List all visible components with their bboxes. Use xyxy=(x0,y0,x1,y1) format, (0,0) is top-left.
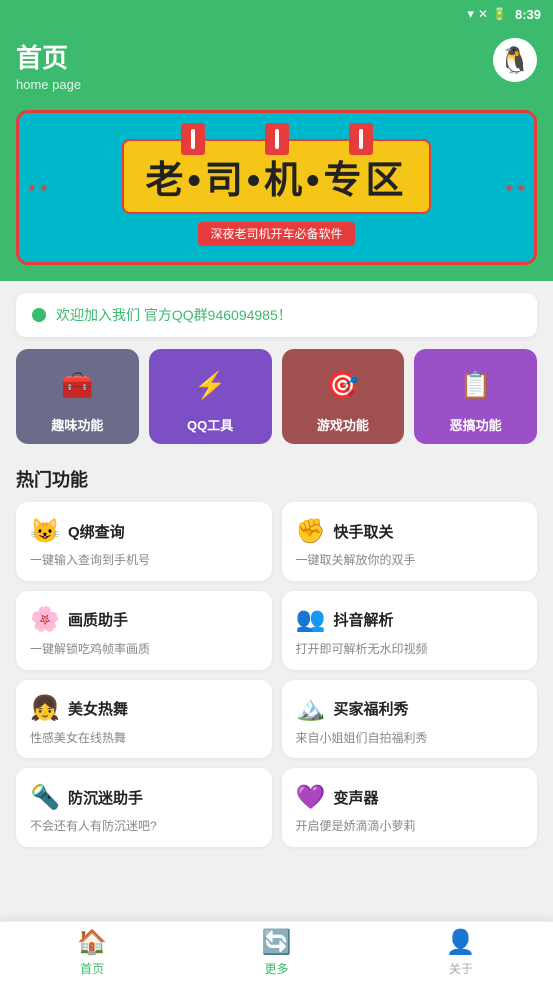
hot-section-title: 热门功能 xyxy=(16,470,88,490)
feature-graphics[interactable]: 🌸 画质助手 一键解锁吃鸡帧率画质 xyxy=(16,591,272,670)
nav-about-icon: 👤 xyxy=(446,928,476,957)
feature-buyer-show[interactable]: 🏔️ 买家福利秀 来自小姐姐们自拍福利秀 xyxy=(282,680,538,759)
banner-sub-label: 深夜老司机开车必备软件 xyxy=(210,227,342,241)
feature-douyin-header: 👥 抖音解析 xyxy=(296,605,524,635)
wifi-icon: ▾ xyxy=(467,6,474,22)
category-game[interactable]: 🎯 游戏功能 xyxy=(282,349,405,444)
feature-voice-changer[interactable]: 💜 变声器 开启便是娇滴滴小萝莉 xyxy=(282,768,538,847)
feature-douyin[interactable]: 👥 抖音解析 打开即可解析无水印视频 xyxy=(282,591,538,670)
feature-voice-changer-icon: 💜 xyxy=(296,782,326,812)
feature-buyer-show-desc: 来自小姐姐们自拍福利秀 xyxy=(296,730,524,747)
feature-douyin-icon: 👥 xyxy=(296,605,326,635)
category-qq[interactable]: ⚡ QQ工具 xyxy=(149,349,272,444)
feature-kuaishou-desc: 一键取关解放你的双手 xyxy=(296,552,524,569)
features-grid: 😺 Q绑查询 一键输入查询到手机号 ✊ 快手取关 一键取关解放你的双手 🌸 画质… xyxy=(16,502,537,847)
feature-anti-sink-header: 🔦 防沉迷助手 xyxy=(30,782,258,812)
banner-dot-2 xyxy=(265,123,289,155)
feature-douyin-name: 抖音解析 xyxy=(334,609,394,630)
time-display: 8:39 xyxy=(515,7,541,22)
category-fun-label: 趣味功能 xyxy=(51,415,103,434)
hot-section-header: 热门功能 xyxy=(0,460,553,502)
category-fun-icon: 🧰 xyxy=(55,363,99,407)
feature-graphics-header: 🌸 画质助手 xyxy=(30,605,258,635)
banner-dot-1 xyxy=(181,123,205,155)
feature-kuaishou-name: 快手取关 xyxy=(334,521,394,542)
nav-about[interactable]: 👤 关于 xyxy=(369,922,553,983)
category-prank-label: 恶搞功能 xyxy=(450,415,502,434)
feature-anti-sink-icon: 🔦 xyxy=(30,782,60,812)
banner-dot-3 xyxy=(349,123,373,155)
category-game-label: 游戏功能 xyxy=(317,415,369,434)
nav-home[interactable]: 🏠 首页 xyxy=(0,922,184,983)
feature-anti-sink-name: 防沉迷助手 xyxy=(68,787,143,808)
feature-voice-changer-desc: 开启便是娇滴滴小萝莉 xyxy=(296,818,524,835)
feature-q-bind-icon: 😺 xyxy=(30,516,60,546)
nav-home-label: 首页 xyxy=(80,960,104,977)
feature-buyer-show-name: 买家福利秀 xyxy=(334,698,409,719)
star-right: ★★ xyxy=(504,181,526,194)
battery-icon: 🔋 xyxy=(492,7,507,21)
app-header: 首页 home page 🐧 xyxy=(0,28,553,110)
feature-graphics-desc: 一键解锁吃鸡帧率画质 xyxy=(30,641,258,658)
notice-text: 欢迎加入我们 官方QQ群946094985！ xyxy=(56,305,292,325)
category-prank-icon: 📋 xyxy=(454,363,498,407)
nav-about-label: 关于 xyxy=(449,960,473,977)
banner-sub-text-box: 深夜老司机开车必备软件 xyxy=(198,222,354,246)
star-left: ★★ xyxy=(27,181,49,194)
feature-buyer-show-icon: 🏔️ xyxy=(296,694,326,724)
main-content: ★★ ★★ 老•司•机•专区 深夜老司机开车必备软件 欢迎加入我们 官方QQ群9… xyxy=(0,110,553,925)
feature-graphics-icon: 🌸 xyxy=(30,605,60,635)
nav-home-icon: 🏠 xyxy=(77,928,107,957)
avatar-button[interactable]: 🐧 xyxy=(493,38,537,82)
header-title-block: 首页 home page xyxy=(16,38,81,92)
category-qq-icon: ⚡ xyxy=(188,363,232,407)
category-prank[interactable]: 📋 恶搞功能 xyxy=(414,349,537,444)
banner-decorations xyxy=(181,123,373,155)
feature-voice-changer-name: 变声器 xyxy=(334,787,379,808)
notice-dot xyxy=(32,308,46,322)
category-fun[interactable]: 🧰 趣味功能 xyxy=(16,349,139,444)
feature-kuaishou-header: ✊ 快手取关 xyxy=(296,516,524,546)
feature-beauty-dance[interactable]: 👧 美女热舞 性感美女在线热舞 xyxy=(16,680,272,759)
feature-kuaishou-icon: ✊ xyxy=(296,516,326,546)
bottom-nav: 🏠 首页 🔄 更多 👤 关于 xyxy=(0,921,553,983)
feature-beauty-dance-header: 👧 美女热舞 xyxy=(30,694,258,724)
feature-beauty-dance-desc: 性感美女在线热舞 xyxy=(30,730,258,747)
feature-graphics-name: 画质助手 xyxy=(68,609,128,630)
status-bar: ▾ ✕ 🔋 8:39 xyxy=(0,0,553,28)
feature-douyin-desc: 打开即可解析无水印视频 xyxy=(296,641,524,658)
feature-q-bind[interactable]: 😺 Q绑查询 一键输入查询到手机号 xyxy=(16,502,272,581)
feature-anti-sink[interactable]: 🔦 防沉迷助手 不会还有人有防沉迷吧? xyxy=(16,768,272,847)
feature-beauty-dance-icon: 👧 xyxy=(30,694,60,724)
banner-main-label: 老•司•机•专区 xyxy=(146,160,408,202)
status-icons: ▾ ✕ 🔋 8:39 xyxy=(467,6,541,22)
feature-anti-sink-desc: 不会还有人有防沉迷吧? xyxy=(30,818,258,835)
avatar-icon: 🐧 xyxy=(499,45,531,76)
signal-off-icon: ✕ xyxy=(478,7,488,21)
page-title: 首页 xyxy=(16,38,81,75)
nav-more-icon: 🔄 xyxy=(262,928,292,957)
category-grid: 🧰 趣味功能 ⚡ QQ工具 🎯 游戏功能 📋 恶搞功能 xyxy=(16,349,537,444)
notice-bar[interactable]: 欢迎加入我们 官方QQ群946094985！ xyxy=(16,293,537,337)
banner[interactable]: ★★ ★★ 老•司•机•专区 深夜老司机开车必备软件 xyxy=(16,110,537,265)
feature-q-bind-name: Q绑查询 xyxy=(68,521,125,542)
feature-kuaishou[interactable]: ✊ 快手取关 一键取关解放你的双手 xyxy=(282,502,538,581)
banner-container: ★★ ★★ 老•司•机•专区 深夜老司机开车必备软件 xyxy=(0,110,553,281)
feature-q-bind-header: 😺 Q绑查询 xyxy=(30,516,258,546)
nav-more[interactable]: 🔄 更多 xyxy=(184,922,368,983)
feature-beauty-dance-name: 美女热舞 xyxy=(68,698,128,719)
category-qq-label: QQ工具 xyxy=(187,415,233,434)
category-game-icon: 🎯 xyxy=(321,363,365,407)
feature-buyer-show-header: 🏔️ 买家福利秀 xyxy=(296,694,524,724)
page-subtitle: home page xyxy=(16,77,81,92)
feature-voice-changer-header: 💜 变声器 xyxy=(296,782,524,812)
feature-q-bind-desc: 一键输入查询到手机号 xyxy=(30,552,258,569)
nav-more-label: 更多 xyxy=(264,960,288,977)
